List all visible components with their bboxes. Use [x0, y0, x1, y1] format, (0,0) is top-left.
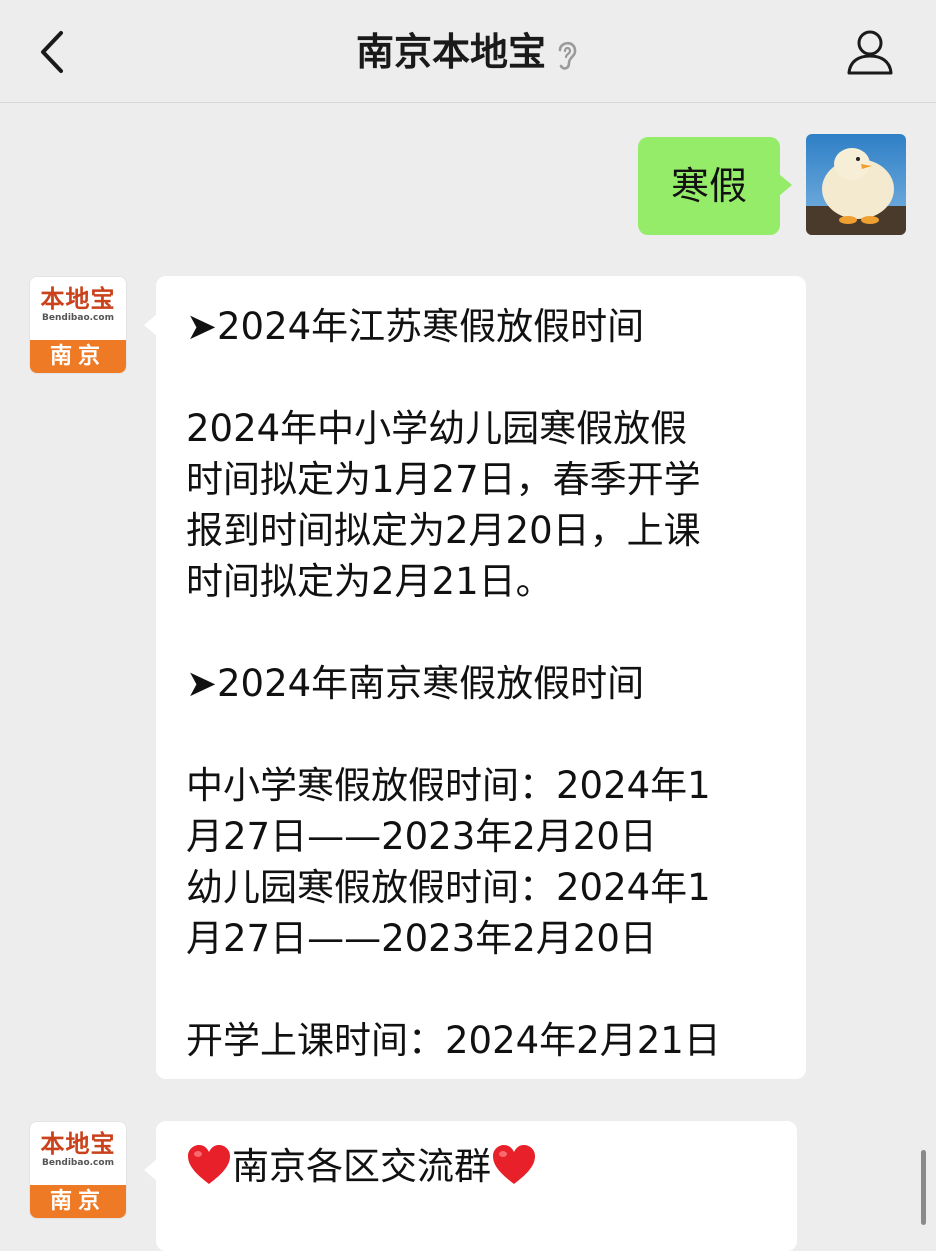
message-line: 南京各区交流群	[186, 1141, 767, 1192]
avatar-logo-area: 本地宝 Bendibao.com	[30, 1122, 126, 1185]
avatar-city-label: 南京	[30, 340, 126, 373]
bot-avatar[interactable]: 本地宝 Bendibao.com 南京	[29, 276, 127, 374]
message-line: 报到时间拟定为2月20日，上课	[186, 509, 701, 552]
avatar-logo-domain: Bendibao.com	[42, 313, 114, 323]
avatar-logo-text: 本地宝	[40, 1129, 116, 1158]
red-heart-icon	[188, 1145, 230, 1184]
avatar-city-label: 南京	[30, 1185, 126, 1218]
user-message-text: 寒假	[670, 164, 747, 208]
message-line: 月27日——2023年2月20日	[186, 815, 657, 858]
bot-message-bubble: ➤2024年江苏寒假放假时间 2024年中小学幼儿园寒假放假 时间拟定为1月27…	[144, 276, 806, 1079]
message-heading: ➤2024年江苏寒假放假时间	[186, 305, 645, 348]
avatar-logo-domain: Bendibao.com	[42, 1158, 114, 1168]
user-message-bubble: 寒假	[638, 137, 792, 235]
person-icon[interactable]	[844, 26, 896, 78]
message-line: 中小学寒假放假时间：2024年1	[186, 764, 711, 807]
scrollbar-thumb[interactable]	[921, 1150, 926, 1225]
bot-message-bubble: 南京各区交流群	[144, 1121, 797, 1251]
duck-avatar-icon	[806, 134, 906, 235]
header-bar: 南京本地宝	[0, 0, 936, 103]
message-line: 月27日——2023年2月20日	[186, 917, 657, 960]
message-line: 时间拟定为1月27日，春季开学	[186, 458, 701, 501]
message-line: 开学上课时间：2024年2月21日	[186, 1019, 721, 1062]
red-heart-icon	[493, 1145, 535, 1184]
user-avatar[interactable]	[806, 134, 906, 235]
chat-title: 南京本地宝	[355, 30, 546, 74]
message-line: 时间拟定为2月21日。	[186, 560, 553, 603]
avatar-logo-text: 本地宝	[40, 284, 116, 313]
bot-avatar[interactable]: 本地宝 Bendibao.com 南京	[29, 1121, 127, 1219]
group-title: 南京各区交流群	[232, 1145, 491, 1188]
message-line: 幼儿园寒假放假时间：2024年1	[186, 866, 711, 909]
chat-title-wrap: 南京本地宝	[0, 22, 936, 82]
avatar-logo-area: 本地宝 Bendibao.com	[30, 277, 126, 340]
ear-icon	[558, 41, 577, 70]
message-heading: ➤2024年南京寒假放假时间	[186, 662, 645, 705]
message-line: 2024年中小学幼儿园寒假放假	[186, 407, 688, 450]
